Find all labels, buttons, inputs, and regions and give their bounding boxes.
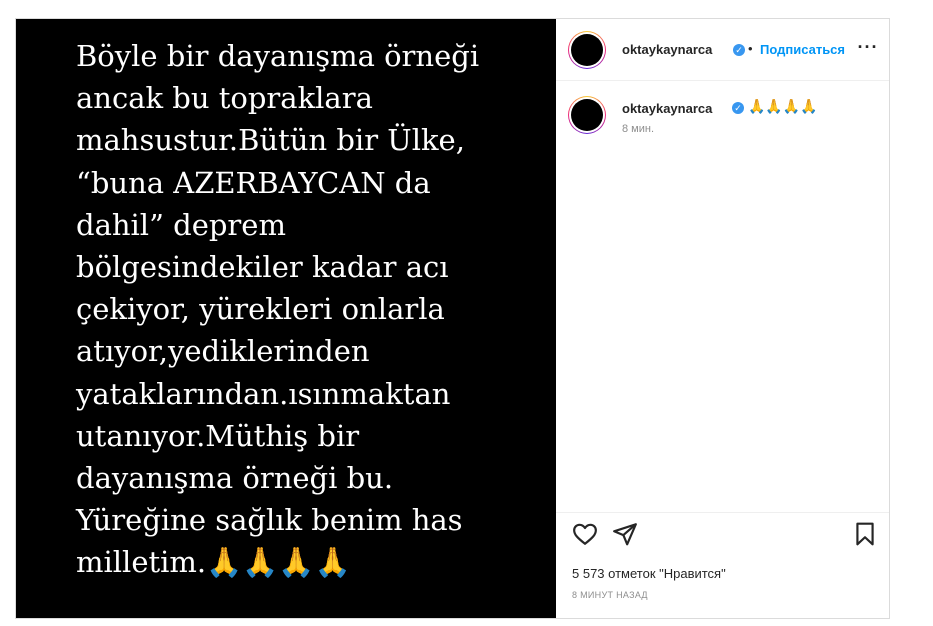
comment-username[interactable]: oktaykaynarca — [622, 101, 712, 116]
media-text-line: utanıyor.Müthiş bir — [76, 418, 360, 453]
media-text-line: çekiyor, yürekleri onlarla — [76, 292, 445, 327]
media-text-line: Yüreğine sağlık benim has — [76, 503, 463, 538]
media-text-line: mahsustur.Bütün bir Ülke, — [76, 123, 465, 158]
post-sidebar: oktaykaynarca ✓ • Подписаться ··· oktayk… — [556, 19, 889, 618]
media-text-line: yataklarından.ısınmaktan — [76, 376, 451, 411]
media-text-line: ancak bu topraklara — [76, 81, 373, 116]
verified-badge-icon: ✓ — [733, 44, 745, 56]
more-options-icon[interactable]: ··· — [856, 35, 880, 59]
media-text-line: dayanışma örneği bu. — [76, 461, 394, 496]
media-text-last-line: milletim.🙏🙏🙏🙏 — [76, 541, 546, 583]
prayer-hands-emoji: 🙏🙏🙏🙏 — [206, 545, 351, 580]
send-icon[interactable] — [612, 521, 638, 547]
post-frame: Böyle bir dayanışma örneği ancak bu topr… — [15, 18, 890, 619]
bookmark-icon[interactable] — [852, 521, 878, 547]
post-header: oktaykaynarca ✓ • Подписаться ··· — [556, 19, 889, 81]
avatar[interactable] — [568, 31, 606, 69]
media-text-line: Böyle bir dayanışma örneği — [76, 39, 480, 73]
media-text-line: bölgesindekiler kadar acı — [76, 250, 449, 285]
header-username[interactable]: oktaykaynarca — [622, 42, 712, 57]
verified-badge-icon: ✓ — [732, 102, 744, 114]
comment-timestamp[interactable]: 8 мин. — [622, 123, 654, 135]
post-media[interactable]: Böyle bir dayanışma örneği ancak bu topr… — [16, 19, 556, 618]
avatar-image — [571, 99, 603, 131]
post-timestamp[interactable]: 8 МИНУТ НАЗАД — [572, 590, 648, 600]
likes-count[interactable]: 5 573 отметок "Нравится" — [572, 566, 726, 581]
media-text-line: atıyor,yediklerinden — [76, 334, 370, 369]
separator-dot: • — [748, 41, 753, 56]
media-text-line: “buna AZERBAYCAN da — [76, 165, 431, 200]
avatar[interactable] — [568, 96, 606, 134]
caption-text: 🙏🙏🙏🙏 — [748, 98, 818, 114]
media-text-line: dahil” deprem — [76, 207, 286, 242]
heart-icon[interactable] — [572, 521, 598, 547]
follow-button[interactable]: Подписаться — [760, 42, 845, 57]
media-text-block: Böyle bir dayanışma örneği ancak bu topr… — [76, 35, 546, 584]
action-bar — [556, 512, 889, 552]
avatar-image — [571, 34, 603, 66]
media-text-line: milletim. — [76, 545, 207, 580]
